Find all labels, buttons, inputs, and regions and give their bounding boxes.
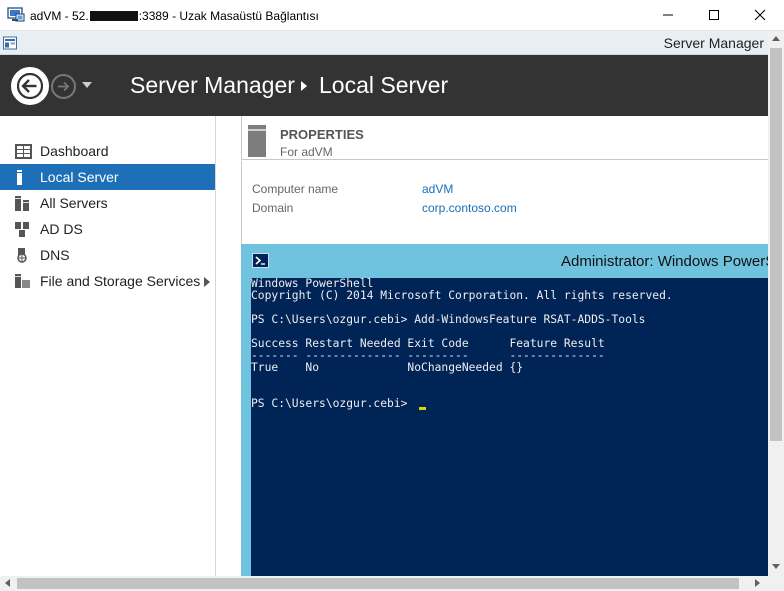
- sidebar-item-label: Local Server: [40, 169, 119, 185]
- horizontal-scrollbar[interactable]: [0, 576, 768, 591]
- scroll-up-icon[interactable]: [772, 36, 780, 41]
- sidebar-item-dashboard[interactable]: Dashboard: [0, 138, 215, 164]
- close-icon: [754, 9, 766, 21]
- back-button[interactable]: [11, 67, 49, 105]
- remote-desktop-icon: [7, 7, 25, 22]
- scrollbar-corner: [768, 576, 784, 591]
- powershell-console[interactable]: Windows PowerShell Copyright (C) 2014 Mi…: [251, 278, 768, 576]
- server-manager-titlebar[interactable]: Server Manager: [0, 31, 768, 55]
- sidebar-item-dns[interactable]: DNS: [0, 242, 215, 268]
- file-storage-icon: [15, 274, 30, 288]
- property-value-computer-name[interactable]: adVM: [422, 182, 453, 196]
- sidebar-item-label: All Servers: [40, 195, 108, 211]
- local-server-icon: [17, 170, 22, 185]
- chevron-right-icon: [204, 277, 210, 287]
- rdp-window-title: adVM - 52. :3389 - Uzak Masaüstü Bağlantı…: [30, 9, 319, 23]
- sidebar-item-label: AD DS: [40, 221, 83, 237]
- console-line: True No NoChangeNeeded {}: [251, 361, 524, 374]
- forward-button[interactable]: [51, 74, 76, 99]
- dashboard-icon: [15, 144, 32, 159]
- navigation-sidebar: Dashboard Local Server All Servers AD DS…: [0, 116, 216, 576]
- property-key-domain: Domain: [252, 201, 294, 215]
- server-tile-icon: [248, 125, 266, 157]
- sidebar-item-local-server[interactable]: Local Server: [0, 164, 215, 190]
- close-button[interactable]: [737, 0, 783, 30]
- redacted-ip-segment: [89, 11, 138, 21]
- vertical-scrollbar[interactable]: [768, 31, 784, 576]
- powershell-titlebar[interactable]: Administrator: Windows PowerS: [241, 244, 775, 278]
- scroll-left-icon[interactable]: [5, 579, 10, 587]
- sidebar-item-label: DNS: [40, 247, 70, 263]
- rdp-window: adVM - 52. :3389 - Uzak Masaüstü Bağlantı…: [0, 0, 784, 591]
- maximize-button[interactable]: [691, 0, 737, 30]
- console-line: PS C:\Users\ozgur.cebi> Add-WindowsFeatu…: [251, 313, 646, 326]
- sidebar-item-all-servers[interactable]: All Servers: [0, 190, 215, 216]
- rdp-title-suffix: :3389 - Uzak Masaüstü Bağlantısı: [138, 9, 319, 23]
- console-line: Copyright (C) 2014 Microsoft Corporation…: [251, 289, 673, 302]
- minimize-button[interactable]: [645, 0, 691, 30]
- server-manager-window-title: Server Manager: [663, 35, 764, 51]
- sidebar-item-label: Dashboard: [40, 143, 109, 159]
- powershell-icon: [252, 253, 269, 268]
- scroll-right-icon[interactable]: [755, 579, 760, 587]
- powershell-window-title: Administrator: Windows PowerS: [561, 253, 776, 270]
- dns-icon: [17, 248, 27, 263]
- breadcrumb-local-server: Local Server: [319, 72, 449, 98]
- scroll-down-icon[interactable]: [772, 564, 780, 569]
- horizontal-scroll-thumb[interactable]: [17, 578, 739, 589]
- sidebar-item-label: File and Storage Services: [40, 273, 201, 289]
- minimize-icon: [663, 14, 673, 16]
- rdp-title-prefix: adVM - 52.: [30, 9, 89, 23]
- console-prompt-line: PS C:\Users\ozgur.cebi>: [251, 397, 415, 410]
- properties-title: PROPERTIES: [280, 127, 364, 142]
- arrow-right-icon: [58, 81, 70, 92]
- server-manager-icon: [3, 36, 17, 50]
- history-dropdown-icon[interactable]: [82, 82, 92, 88]
- property-key-computer-name: Computer name: [252, 182, 339, 196]
- properties-subtitle: For adVM: [280, 145, 333, 159]
- sidebar-item-file-storage[interactable]: File and Storage Services: [0, 268, 215, 294]
- maximize-icon: [709, 10, 719, 20]
- sidebar-item-ad-ds[interactable]: AD DS: [0, 216, 215, 242]
- breadcrumb-separator-icon: [301, 81, 307, 91]
- rdp-title-bar[interactable]: adVM - 52. :3389 - Uzak Masaüstü Bağlantı…: [0, 0, 784, 31]
- text-cursor: [419, 407, 426, 410]
- ad-ds-icon: [15, 222, 29, 237]
- arrow-left-icon: [17, 73, 43, 99]
- vertical-scroll-thumb[interactable]: [770, 48, 782, 441]
- property-value-domain[interactable]: corp.contoso.com: [422, 201, 517, 215]
- powershell-window: Administrator: Windows PowerS Windows Po…: [241, 244, 775, 576]
- all-servers-icon: [15, 196, 29, 211]
- breadcrumb-server-manager[interactable]: Server Manager: [130, 72, 295, 99]
